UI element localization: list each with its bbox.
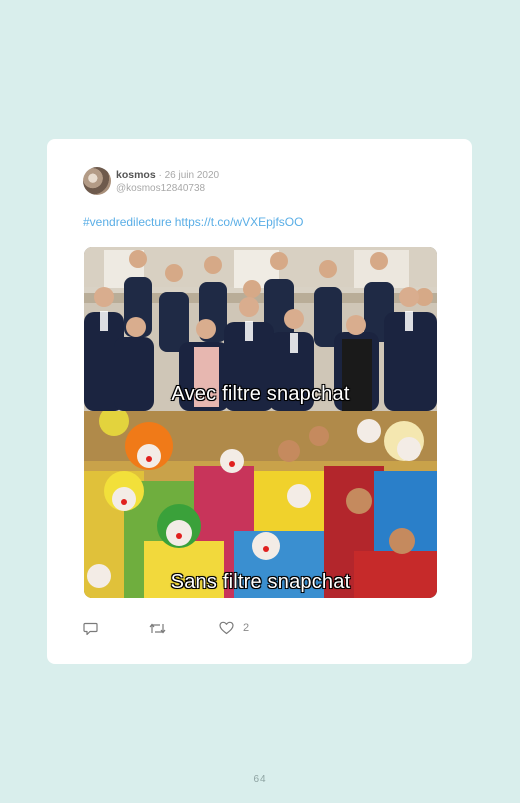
author-handle[interactable]: @kosmos12840738 <box>116 182 219 195</box>
url-link[interactable]: https://t.co/wVXEpjfsOO <box>175 215 304 229</box>
top-caption: Avec filtre snapchat <box>171 383 350 405</box>
tweet-image[interactable]: Avec filtre snapchat Sans filtre snapcha… <box>84 247 437 598</box>
like-count: 2 <box>243 622 250 634</box>
reply-icon <box>83 622 98 635</box>
bottom-caption: Sans filtre snapchat <box>170 571 351 593</box>
author-name[interactable]: kosmos <box>116 169 156 181</box>
separator: · <box>158 170 162 181</box>
photo-politicians: Avec filtre snapchat <box>84 247 437 411</box>
tweet-actions: 2 <box>83 619 383 637</box>
tweet-card: kosmos · 26 juin 2020 @kosmos12840738 #v… <box>47 139 472 664</box>
avatar[interactable] <box>83 167 111 195</box>
reply-button[interactable] <box>83 619 98 637</box>
retweet-icon <box>149 623 166 633</box>
retweet-button[interactable] <box>149 619 166 637</box>
tweet-header: kosmos · 26 juin 2020 @kosmos12840738 <box>116 169 219 195</box>
hashtag-link[interactable]: #vendredilecture <box>83 215 172 229</box>
tweet-date[interactable]: 26 juin 2020 <box>165 170 220 181</box>
tweet-text: #vendredilecture https://t.co/wVXEpjfsOO <box>83 215 303 229</box>
heart-icon <box>219 621 234 635</box>
like-button[interactable]: 2 <box>219 619 249 637</box>
photo-clowns: Sans filtre snapchat <box>84 411 437 598</box>
page-number: 64 <box>253 774 267 785</box>
